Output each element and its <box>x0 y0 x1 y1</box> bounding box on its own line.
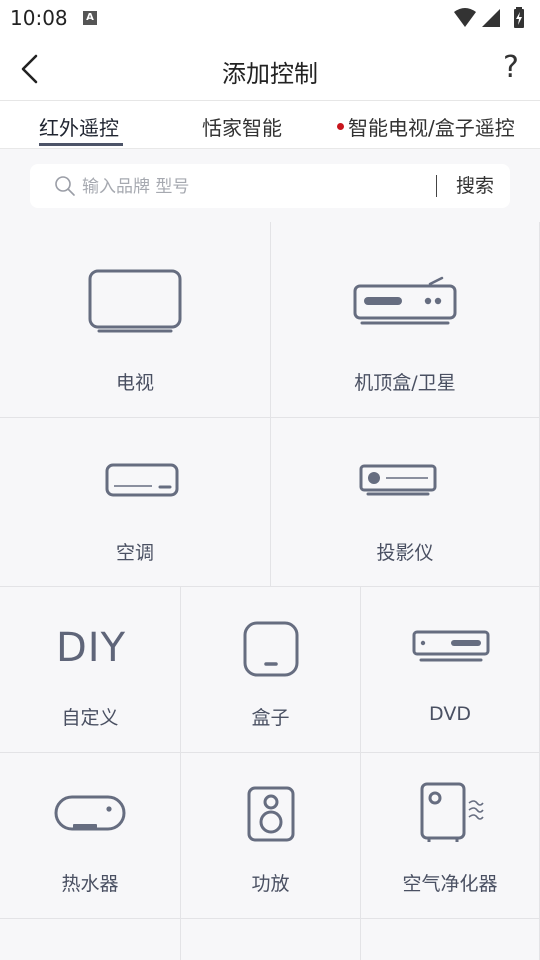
device-water-heater[interactable]: 热水器 <box>0 753 181 919</box>
device-label: 盒子 <box>251 707 290 729</box>
device-label: DVD <box>429 703 471 725</box>
device-media-box[interactable]: 盒子 <box>181 587 361 753</box>
device-label: 功放 <box>251 873 290 895</box>
device-amplifier[interactable]: 功放 <box>181 753 361 919</box>
tab-infrared[interactable]: 红外遥控 <box>39 112 119 141</box>
battery-charging-icon <box>514 7 524 28</box>
device-cell-partial[interactable] <box>181 919 361 960</box>
device-label: 电视 <box>115 372 154 394</box>
device-tv[interactable]: 电视 <box>0 222 271 418</box>
active-tab-underline <box>39 143 123 146</box>
device-label: 机顶盒/卫星 <box>354 372 456 394</box>
search-button[interactable]: 搜索 <box>444 173 506 199</box>
help-question-icon[interactable]: ? <box>496 50 526 86</box>
dvd-player-icon <box>412 630 490 662</box>
projector-icon <box>359 464 437 496</box>
air-purifier-icon <box>420 782 484 842</box>
device-label: 空气净化器 <box>402 873 498 895</box>
tab-bar: 红外遥控 恬家智能 智能电视/盒子遥控 <box>0 101 540 149</box>
page-title: 添加控制 <box>222 60 318 88</box>
new-dot-badge <box>337 123 344 130</box>
tab-smart-tv-box[interactable]: 智能电视/盒子遥控 <box>337 112 515 141</box>
device-label: 投影仪 <box>376 542 434 564</box>
tv-icon <box>88 269 182 333</box>
air-conditioner-icon <box>105 463 179 497</box>
device-label: 自定义 <box>61 707 119 729</box>
device-diy[interactable]: DIY 自定义 <box>0 587 181 753</box>
notification-badge: A <box>83 11 97 25</box>
device-label: 空调 <box>115 542 154 564</box>
device-air-purifier[interactable]: 空气净化器 <box>361 753 540 919</box>
media-box-icon <box>243 621 299 677</box>
search-bar: 搜索 <box>30 164 510 208</box>
water-heater-icon <box>54 795 126 831</box>
device-cell-partial[interactable] <box>0 919 181 960</box>
status-icons <box>454 7 524 28</box>
header-bar: 添加控制 ? <box>0 36 540 101</box>
status-bar: 10:08 A <box>0 0 540 36</box>
diy-icon: DIY <box>56 625 127 671</box>
wifi-icon <box>454 8 476 27</box>
set-top-box-icon <box>353 276 457 325</box>
device-air-conditioner[interactable]: 空调 <box>0 418 271 587</box>
device-projector[interactable]: 投影仪 <box>271 418 540 587</box>
search-divider <box>436 175 437 197</box>
status-time: 10:08 <box>10 6 68 30</box>
speaker-icon <box>247 786 295 842</box>
device-dvd[interactable]: DVD <box>361 587 540 753</box>
signal-icon <box>482 9 500 27</box>
device-set-top-box[interactable]: 机顶盒/卫星 <box>271 222 540 418</box>
search-input[interactable] <box>80 172 454 202</box>
device-label: 热水器 <box>61 873 119 895</box>
device-cell-partial[interactable] <box>361 919 540 960</box>
tab-smart-tv-box-label: 智能电视/盒子遥控 <box>348 116 515 140</box>
tab-tianjia-smart[interactable]: 恬家智能 <box>202 112 282 141</box>
search-icon <box>55 176 75 196</box>
